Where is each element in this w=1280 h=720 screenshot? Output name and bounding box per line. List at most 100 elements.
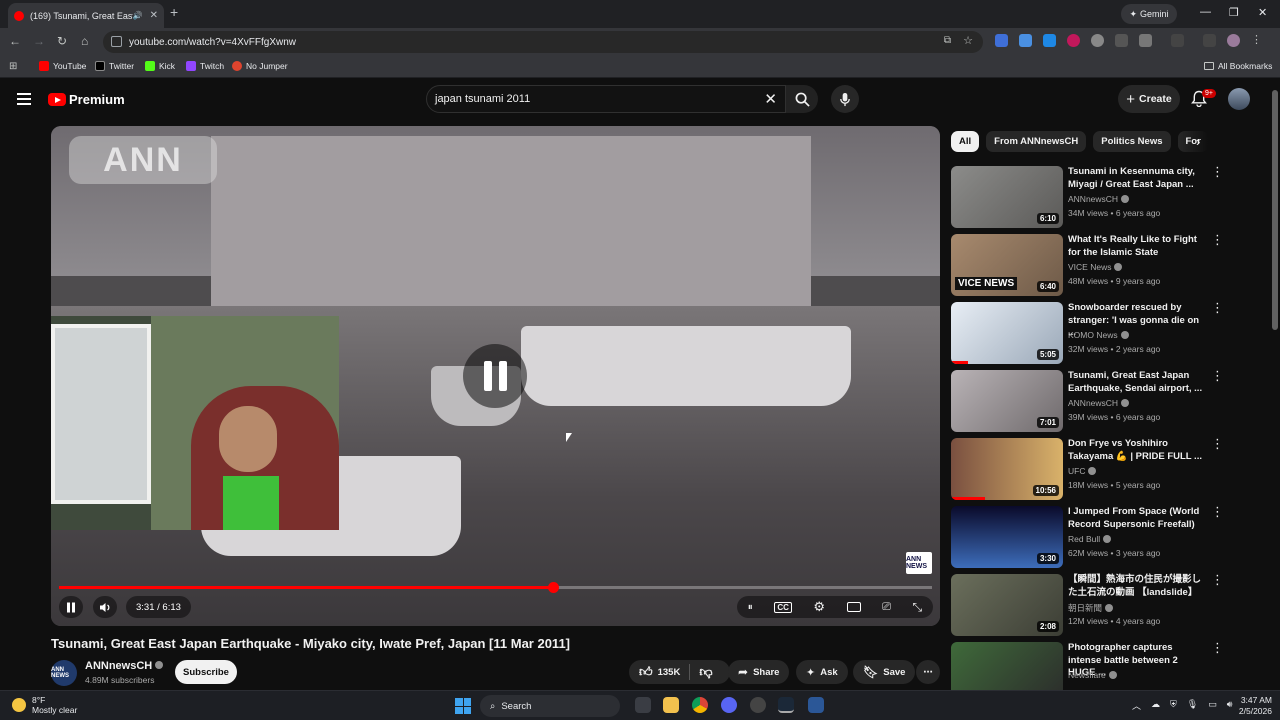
forward-icon[interactable]: → xyxy=(33,34,45,48)
pause-overlay-icon[interactable] xyxy=(463,344,527,408)
home-icon[interactable]: ⌂ xyxy=(81,34,88,48)
menu-kebab-icon[interactable]: ⋮ xyxy=(1251,34,1262,47)
close-tab-icon[interactable]: ✕ xyxy=(150,10,158,21)
shield-icon[interactable]: ⛨ xyxy=(1170,699,1177,712)
recommendation-item[interactable]: 5:05 Snowboarder rescued by stranger: 'I … xyxy=(951,301,1224,364)
more-options-icon[interactable]: ⋮ xyxy=(1211,233,1224,246)
share-button[interactable]: ➦ Share xyxy=(728,660,790,684)
video-thumbnail[interactable]: 5:05 xyxy=(951,302,1063,364)
site-info-icon[interactable] xyxy=(111,36,122,47)
recommendation-item[interactable]: 6:10 Tsunami in Kesennuma city, Miyagi / … xyxy=(951,165,1224,228)
video-thumbnail[interactable]: 2:08 xyxy=(951,574,1063,636)
recommendation-channel[interactable]: ANNnewsCH xyxy=(1068,398,1130,408)
recommendation-item[interactable]: VICE NEWS 6:40 What It's Really Like to Fi… xyxy=(951,233,1224,296)
network-icon[interactable]: ▭ xyxy=(1208,699,1217,712)
clear-search-icon[interactable]: ✕ xyxy=(764,90,777,108)
taskbar-clock[interactable]: 3:47 AM 2/5/2026 xyxy=(1228,695,1272,717)
subscribe-button[interactable]: Subscribe xyxy=(175,660,237,684)
recommendation-item[interactable]: 3:30 I Jumped From Space (World Record Su… xyxy=(951,505,1224,568)
extension-icon[interactable] xyxy=(1043,34,1056,47)
settings-gear-icon[interactable]: ⚙ xyxy=(813,599,825,615)
extension-icon[interactable] xyxy=(995,34,1008,47)
video-thumbnail[interactable]: VICE NEWS 6:40 xyxy=(951,234,1063,296)
more-options-icon[interactable]: ⋮ xyxy=(1211,505,1224,518)
extension-icon[interactable] xyxy=(1019,34,1032,47)
recommendation-channel[interactable]: 朝日新聞 xyxy=(1068,602,1114,614)
more-options-icon[interactable]: ⋮ xyxy=(1211,301,1224,314)
search-input[interactable]: japan tsunami 2011 ✕ xyxy=(426,85,786,113)
taskbar-search[interactable]: ⌕ Search xyxy=(480,695,620,717)
browser-tab[interactable]: (169) Tsunami, Great East Ja 🔊 ✕ xyxy=(8,3,164,28)
video-player[interactable]: ANN ANN NEWS 3:31 / 6:13 ⏸ CC ⚙ ⎚ ⤡ xyxy=(51,126,940,626)
app-icon[interactable] xyxy=(750,697,766,713)
channel-avatar[interactable]: ANN NEWS xyxy=(51,660,77,686)
chip-politics-news[interactable]: Politics News xyxy=(1093,131,1171,152)
thumbs-down-icon[interactable]: 👎︎ xyxy=(699,664,712,680)
recommendation-channel[interactable]: UFC xyxy=(1068,466,1097,476)
more-options-icon[interactable]: ⋮ xyxy=(1211,573,1224,586)
more-options-icon[interactable]: ⋮ xyxy=(1211,437,1224,450)
install-icon[interactable]: ⧉ xyxy=(944,35,951,46)
youtube-logo[interactable]: Premium xyxy=(48,92,125,107)
all-bookmarks[interactable]: All Bookmarks xyxy=(1204,61,1272,71)
bookmark-youtube[interactable]: YouTube xyxy=(39,61,86,71)
more-options-icon[interactable]: ⋮ xyxy=(1211,165,1224,178)
recommendation-item[interactable]: 2:08 【瞬間】熱海市の住民が撮影した土石流の動画 【landslide】朝日新… xyxy=(951,573,1224,636)
pause-button[interactable] xyxy=(59,596,83,618)
recommendation-title[interactable]: 【瞬間】熱海市の住民が撮影した土石流の動画 【landslide】 xyxy=(1068,574,1206,599)
recommendation-channel[interactable]: VICE News xyxy=(1068,262,1123,272)
search-button[interactable] xyxy=(786,85,818,113)
account-avatar[interactable] xyxy=(1228,88,1250,110)
bookmark-kick[interactable]: Kick xyxy=(145,61,175,71)
weather-widget[interactable]: 8°F Mostly clear xyxy=(12,695,77,715)
video-thumbnail[interactable]: 7:01 xyxy=(951,370,1063,432)
captions-icon[interactable]: CC xyxy=(774,601,792,613)
profile-avatar[interactable] xyxy=(1227,34,1240,47)
close-window-icon[interactable]: ✕ xyxy=(1258,6,1267,19)
theater-mode-icon[interactable] xyxy=(846,602,861,612)
puzzle-icon[interactable] xyxy=(1139,34,1152,47)
channel-name[interactable]: ANNnewsCH xyxy=(85,660,164,672)
extension-icon[interactable] xyxy=(1067,34,1080,47)
more-options-icon[interactable]: ⋮ xyxy=(1211,641,1224,654)
bookmark-star-icon[interactable]: ☆ xyxy=(963,34,973,47)
chevron-right-icon[interactable]: › xyxy=(1196,134,1200,149)
more-actions-button[interactable]: ⋯ xyxy=(916,660,940,684)
file-explorer-icon[interactable] xyxy=(663,697,679,713)
task-view-icon[interactable] xyxy=(635,697,651,713)
extension-icon[interactable] xyxy=(1091,34,1104,47)
tray-chevron-up-icon[interactable]: ︿ xyxy=(1132,699,1141,712)
create-button[interactable]: + Create xyxy=(1118,85,1180,113)
sidepanel-icon[interactable] xyxy=(1171,34,1184,47)
extension-icon[interactable] xyxy=(1115,34,1128,47)
ask-button[interactable]: ✦ Ask xyxy=(796,660,848,684)
apps-grid-icon[interactable]: ⊞ xyxy=(9,61,17,72)
address-bar[interactable]: youtube.com/watch?v=4XvFFfgXwnw ⧉ ☆ xyxy=(103,31,983,53)
video-thumbnail[interactable]: 10:56 xyxy=(951,438,1063,500)
hamburger-menu-icon[interactable] xyxy=(17,93,31,105)
video-thumbnail[interactable]: 6:10 xyxy=(951,166,1063,228)
reading-list-icon[interactable] xyxy=(1203,34,1216,47)
cloud-icon[interactable]: ☁ xyxy=(1151,699,1160,712)
minimize-icon[interactable]: — xyxy=(1200,6,1211,18)
recommendation-title[interactable]: Tsunami in Kesennuma city, Miyagi / Grea… xyxy=(1068,166,1206,191)
reload-icon[interactable]: ↻ xyxy=(57,34,67,48)
recommendation-item[interactable]: 10:56 Don Frye vs Yoshihiro Takayama 💪 | … xyxy=(951,437,1224,500)
bookmark-twitter[interactable]: Twitter xyxy=(95,61,134,71)
progress-bar[interactable] xyxy=(59,582,932,593)
voice-search-button[interactable] xyxy=(831,85,859,113)
start-windows-icon[interactable] xyxy=(455,698,471,714)
more-options-icon[interactable]: ⋮ xyxy=(1211,369,1224,382)
recommendation-channel[interactable]: ANNnewsCH xyxy=(1068,194,1130,204)
discord-icon[interactable] xyxy=(721,697,737,713)
steam-icon[interactable] xyxy=(778,697,794,713)
recommendation-channel[interactable]: KOMO News xyxy=(1068,330,1129,340)
chip-from-channel[interactable]: From ANNnewsCH xyxy=(986,131,1087,152)
chip-for-you[interactable]: For xyxy=(1177,131,1208,152)
cast-icon[interactable]: ⎚ xyxy=(882,601,891,614)
gemini-button[interactable]: ✦ Gemini xyxy=(1121,4,1177,24)
recommendation-title[interactable]: I Jumped From Space (World Record Supers… xyxy=(1068,506,1206,531)
restore-icon[interactable]: ❐ xyxy=(1229,6,1239,19)
save-button[interactable]: 🔖︎ Save xyxy=(853,660,916,684)
page-scrollbar[interactable] xyxy=(1272,90,1278,330)
